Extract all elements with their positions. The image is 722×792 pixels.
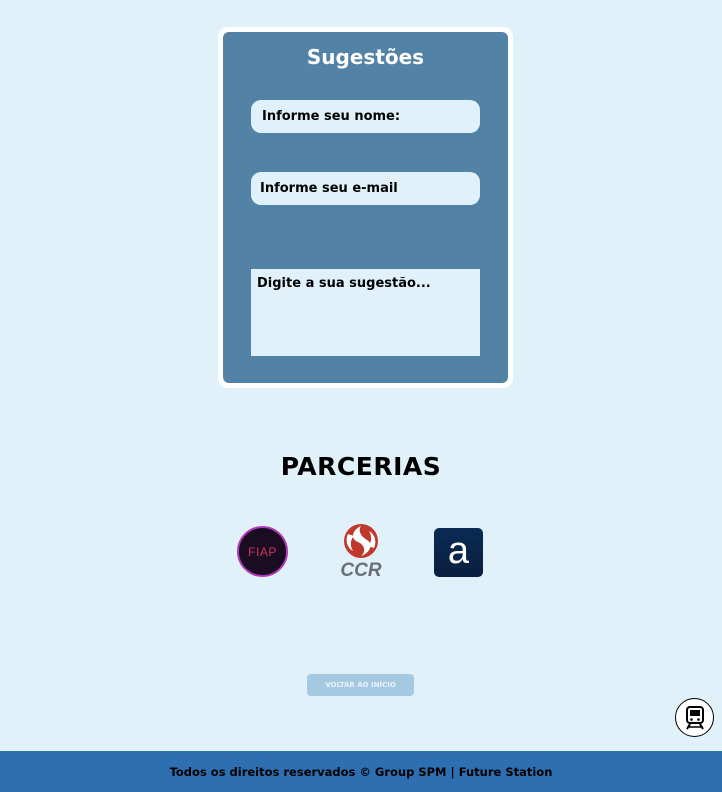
a-logo-text: a [447,529,470,572]
fiap-logo[interactable]: FIAP [237,526,288,577]
a-logo[interactable]: a [434,528,483,577]
form-title: Sugestões [306,45,425,69]
suggestion-form-card: Sugestões [218,27,513,388]
train-icon [685,705,704,730]
ccr-logo-text: CCR [340,560,382,581]
suggestion-form: Sugestões [223,32,508,383]
ccr-logo[interactable]: CCR [334,522,388,582]
footer: Todos os direitos reservados © Group SPM… [0,751,722,792]
back-to-home-button[interactable]: VOLTAR AO INÍCIO [307,674,414,696]
partners-title: PARCERIAS [280,452,442,481]
email-input[interactable] [251,172,480,205]
ccr-swirl-icon [344,524,378,558]
footer-text: Todos os direitos reservados © Group SPM… [169,764,553,779]
train-button[interactable] [675,698,714,737]
fiap-logo-text: FIAP [248,544,277,559]
name-input[interactable] [251,100,480,133]
suggestion-textarea[interactable] [251,269,480,356]
